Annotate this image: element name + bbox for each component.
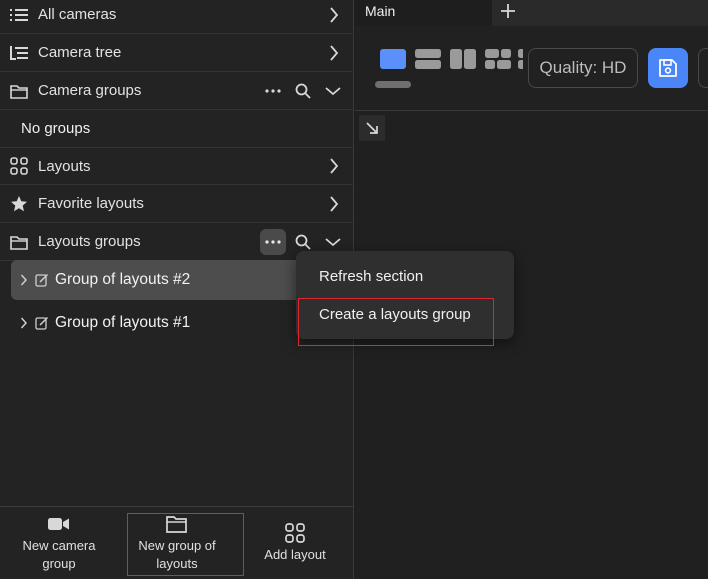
section-label: Layouts <box>38 157 91 175</box>
folder-icon <box>9 232 29 252</box>
layout-group-item[interactable]: Group of layouts #1 <box>11 303 343 343</box>
new-camera-group-button[interactable]: New camera group <box>0 507 118 579</box>
section-camera-groups[interactable]: Camera groups <box>0 72 354 110</box>
scroll-indicator <box>375 81 411 88</box>
more-icon[interactable] <box>260 228 286 255</box>
resize-arrow-icon[interactable] <box>359 115 385 141</box>
more-icon[interactable] <box>260 78 286 104</box>
tab-bar: Main <box>355 0 708 26</box>
layout-single-icon[interactable] <box>379 48 407 70</box>
toolbar-overflow-button[interactable] <box>698 48 708 88</box>
chevron-right-icon[interactable] <box>324 194 344 214</box>
highlight-new-group-of-layouts <box>127 513 244 576</box>
layout-rows-icon[interactable] <box>414 48 442 70</box>
layout-toolbar: Quality: HD <box>355 26 708 111</box>
section-label: Camera groups <box>38 82 142 99</box>
grid-icon <box>9 156 29 176</box>
quality-selector[interactable]: Quality: HD <box>528 48 638 88</box>
camera-icon <box>48 513 70 535</box>
section-label: All cameras <box>38 6 117 23</box>
tree-icon <box>9 43 29 63</box>
plus-icon[interactable] <box>497 0 519 22</box>
section-camera-tree[interactable]: Camera tree <box>0 34 354 72</box>
layout-more-icon[interactable] <box>517 48 523 70</box>
edit-icon <box>33 273 51 287</box>
section-label: Favorite layouts <box>38 195 144 212</box>
chevron-down-icon[interactable] <box>320 78 346 104</box>
grid-icon <box>285 522 305 544</box>
layout-group-item[interactable]: Group of layouts #2 <box>11 260 343 300</box>
chevron-right-icon[interactable] <box>15 317 33 329</box>
section-layouts[interactable]: Layouts <box>0 147 354 185</box>
chevron-right-icon[interactable] <box>324 5 344 25</box>
list-icon <box>9 5 29 25</box>
highlight-create-layouts-group <box>298 298 494 346</box>
tab-main[interactable]: Main <box>355 0 492 26</box>
layout-mixed-icon[interactable] <box>484 48 512 70</box>
save-button[interactable] <box>648 48 688 88</box>
layout-group-label: Group of layouts #2 <box>55 271 191 288</box>
new-camera-group-label: New camera group <box>22 538 96 571</box>
section-label: Camera tree <box>38 44 122 61</box>
save-icon <box>659 59 677 77</box>
folder-icon <box>9 81 29 101</box>
edit-icon <box>33 316 51 330</box>
chevron-right-icon[interactable] <box>15 274 33 286</box>
chevron-right-icon[interactable] <box>324 43 344 63</box>
section-favorite-layouts[interactable]: Favorite layouts <box>0 185 354 223</box>
search-icon[interactable] <box>290 78 316 104</box>
layout-group-label: Group of layouts #1 <box>55 314 191 331</box>
section-label: Layouts groups <box>38 233 141 250</box>
layout-columns-icon[interactable] <box>449 48 477 70</box>
star-icon <box>9 194 29 214</box>
add-layout-label: Add layout <box>264 547 326 562</box>
add-layout-button[interactable]: Add layout <box>236 507 354 579</box>
no-groups-text: No groups <box>21 120 91 137</box>
section-all-cameras[interactable]: All cameras <box>0 0 354 34</box>
chevron-right-icon[interactable] <box>324 156 344 176</box>
menu-item-refresh-section[interactable]: Refresh section <box>319 268 423 285</box>
